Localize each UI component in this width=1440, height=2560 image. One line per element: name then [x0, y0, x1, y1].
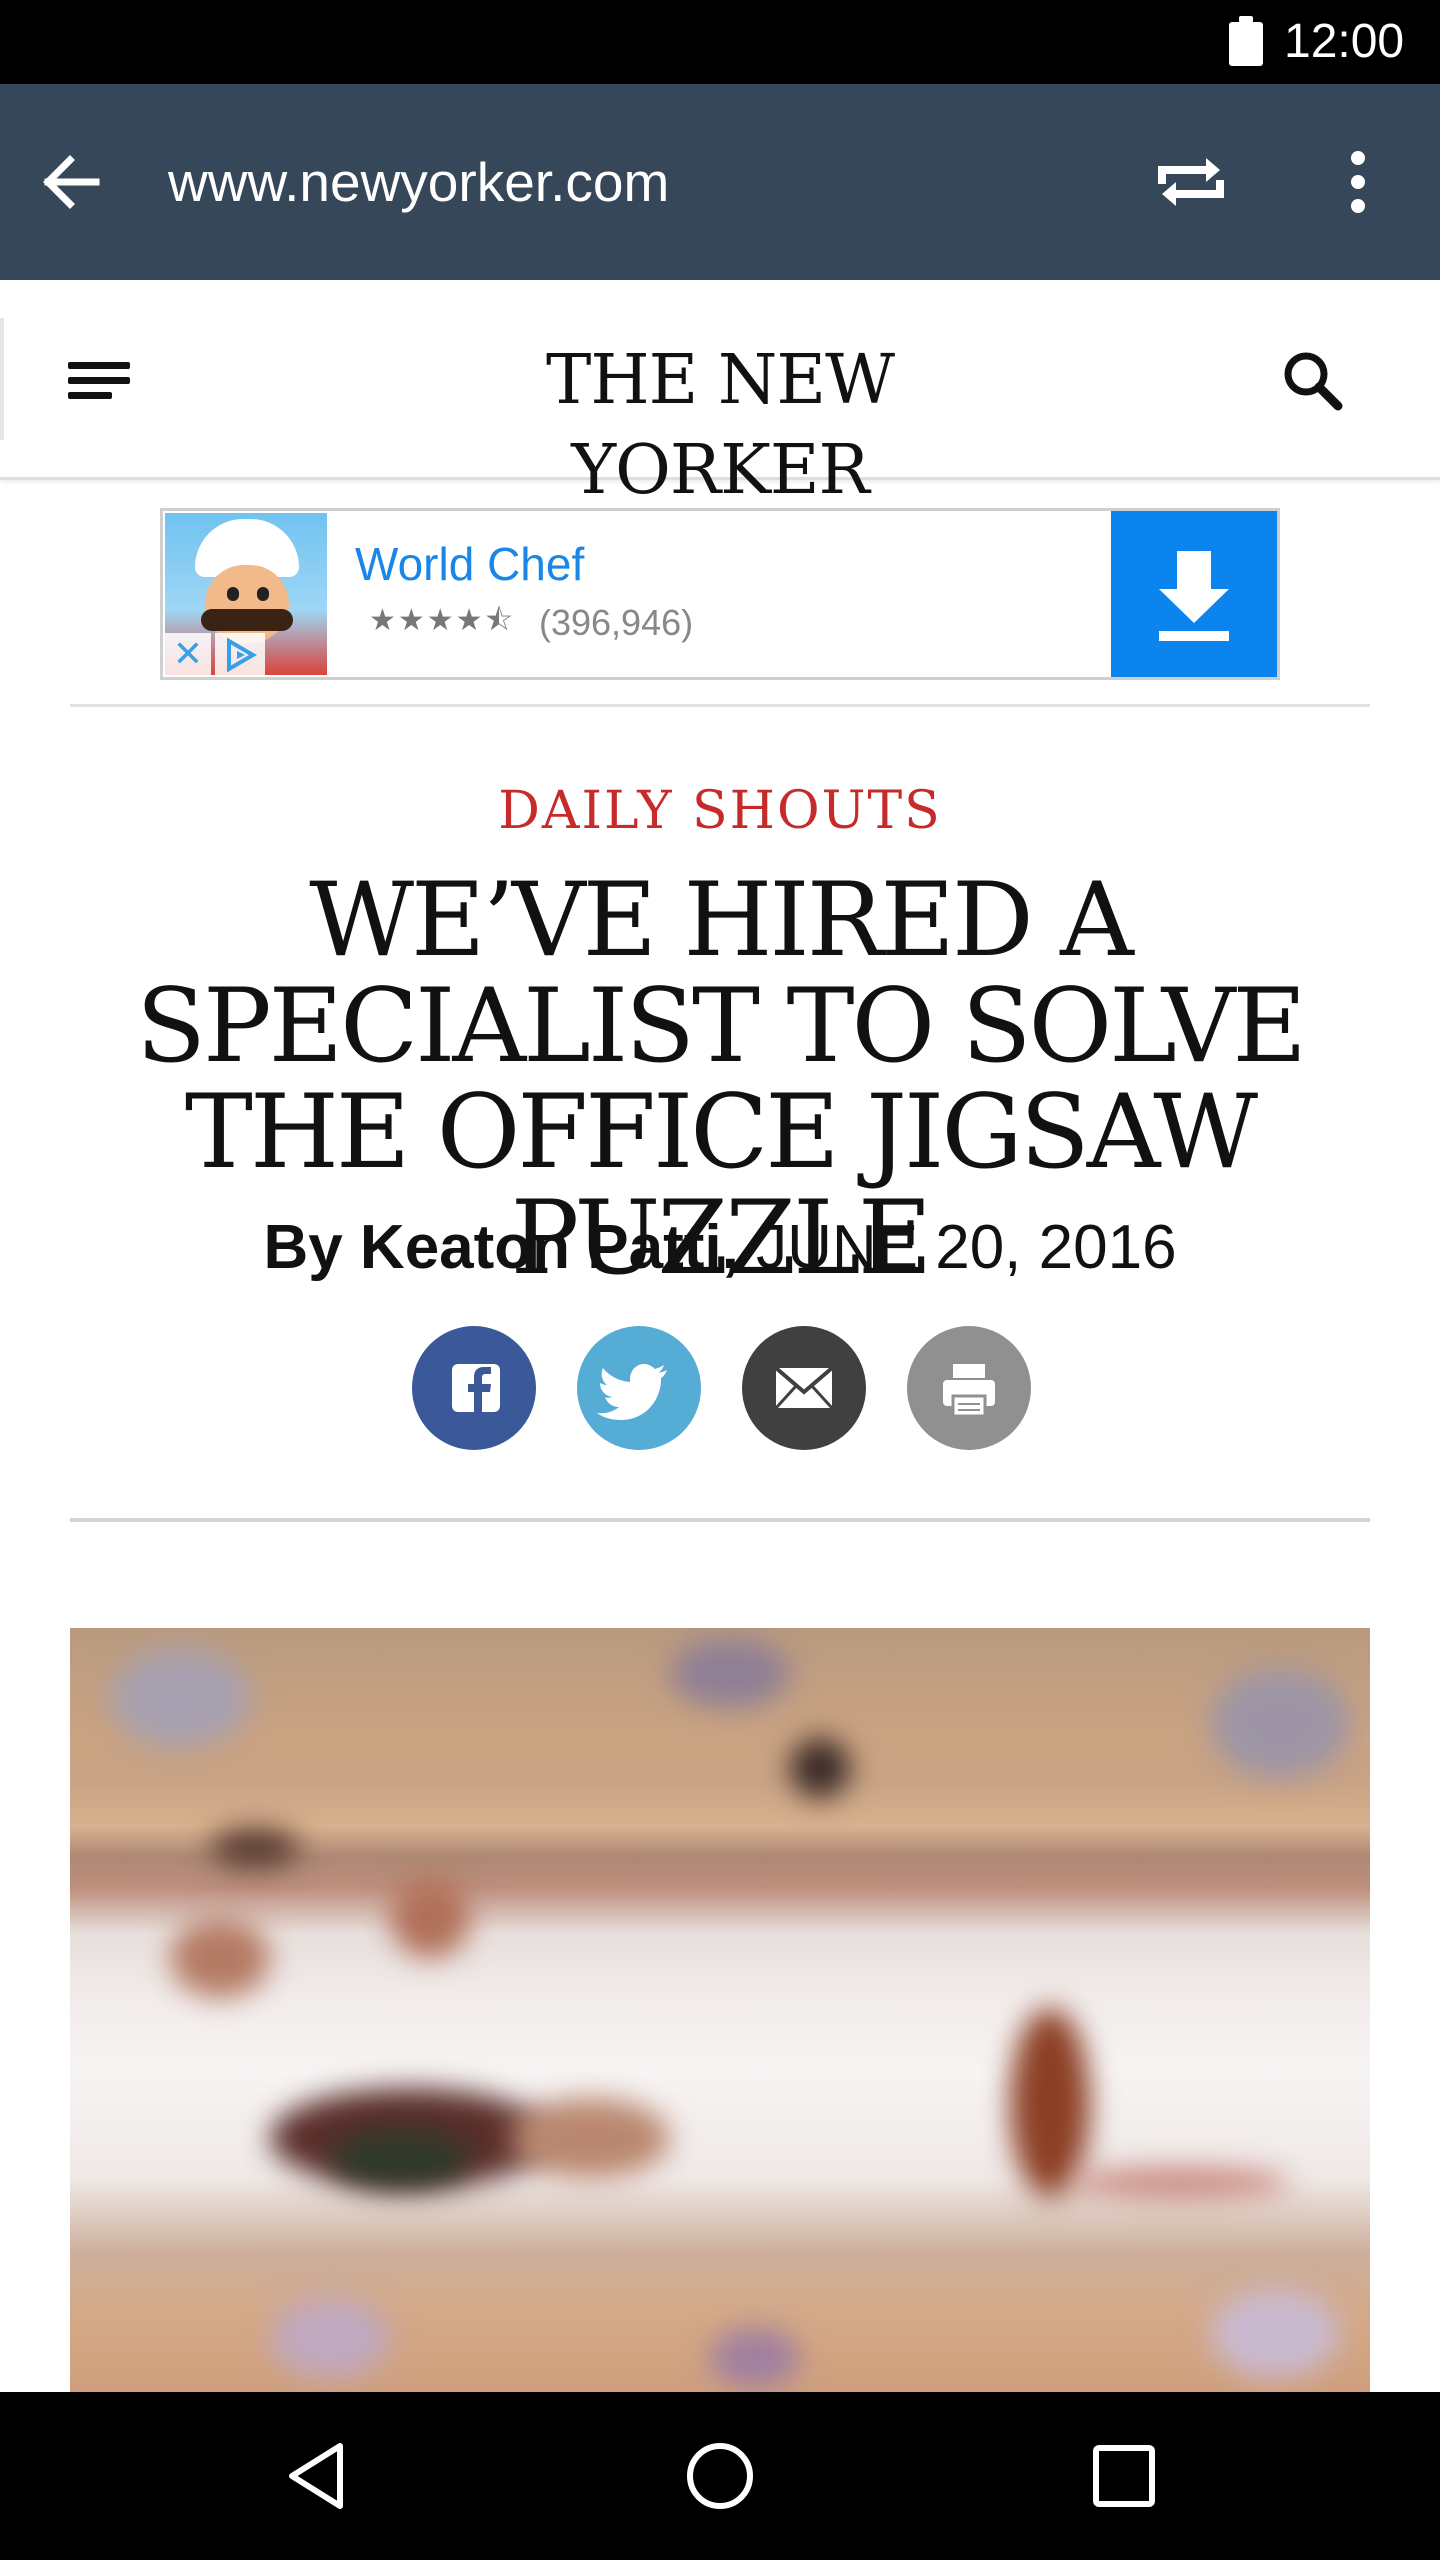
site-logo[interactable]: THE NEW YORKER	[400, 336, 1040, 510]
status-bar: 12:00	[0, 0, 1440, 84]
nav-recents-icon[interactable]	[1084, 2434, 1164, 2518]
article-hero-image[interactable]	[70, 1628, 1370, 2392]
article-byline: By Keaton Patti, JUNE 20, 2016	[0, 1212, 1440, 1284]
ad-close-button[interactable]: ✕	[165, 633, 211, 677]
ad-choices-icon[interactable]	[215, 633, 265, 677]
ad-banner[interactable]: ✕ World Chef ★★★★⯪ (396,946)	[160, 508, 1280, 680]
nav-home-icon[interactable]	[680, 2434, 760, 2518]
byline-author[interactable]: By Keaton Patti,	[263, 1213, 738, 1282]
url-field[interactable]: www.newyorker.com	[168, 144, 669, 220]
repeat-icon[interactable]	[1148, 140, 1234, 224]
ad-rating-count: (396,946)	[539, 602, 694, 643]
system-nav-bar	[0, 2392, 1440, 2560]
status-time: 12:00	[1284, 15, 1405, 68]
download-icon[interactable]	[1111, 511, 1277, 677]
ad-star-rating: ★★★★⯪	[369, 603, 515, 638]
site-header: THE NEW YORKER	[0, 280, 1440, 510]
hamburger-icon[interactable]	[64, 350, 138, 410]
byline-date: JUNE 20, 2016	[756, 1213, 1177, 1282]
browser-toolbar: www.newyorker.com	[0, 84, 1440, 280]
divider	[70, 1518, 1370, 1522]
twitter-icon[interactable]	[577, 1326, 701, 1450]
nav-back-icon[interactable]	[278, 2434, 358, 2518]
print-icon[interactable]	[907, 1326, 1031, 1450]
drawer-edge	[0, 318, 4, 440]
facebook-icon[interactable]	[412, 1326, 536, 1450]
battery-full-icon	[1229, 16, 1263, 66]
email-icon[interactable]	[742, 1326, 866, 1450]
ad-title[interactable]: World Chef	[355, 537, 584, 591]
divider	[70, 704, 1370, 707]
search-icon[interactable]	[1278, 346, 1348, 416]
article-rubric[interactable]: DAILY SHOUTS	[0, 778, 1440, 844]
arrow-back-icon[interactable]	[36, 142, 130, 222]
more-vertical-icon[interactable]	[1328, 140, 1388, 224]
